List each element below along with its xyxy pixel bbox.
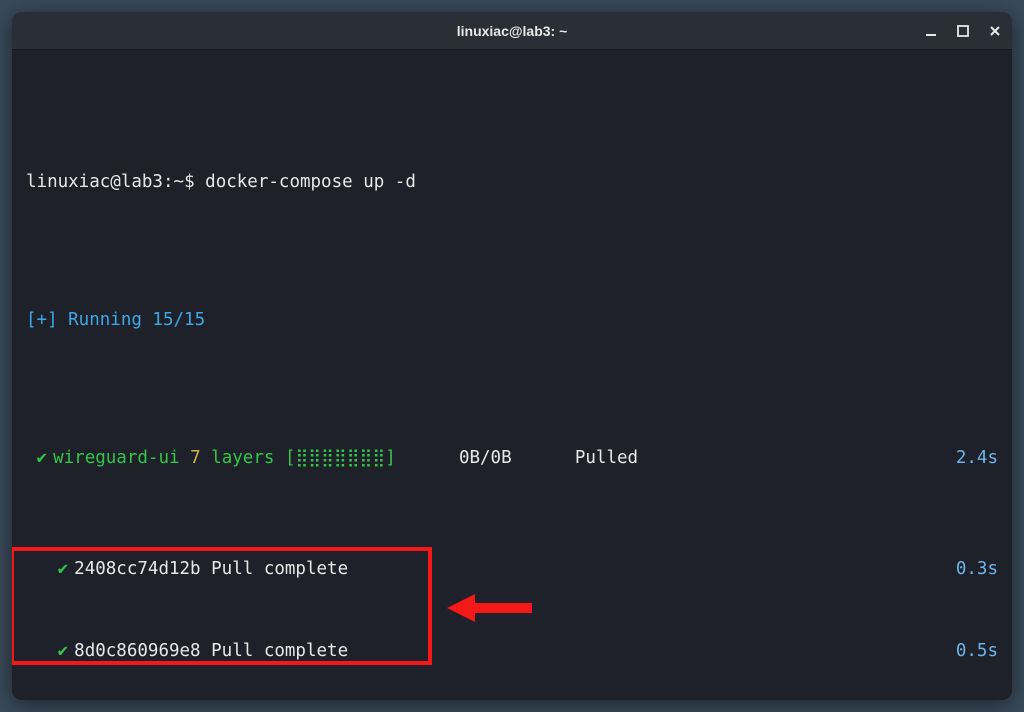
terminal-body[interactable]: linuxiac@lab3:~$ docker-compose up -d [+… bbox=[12, 50, 1012, 700]
terminal-window: linuxiac@lab3: ~ linuxiac@lab3:~$ docker… bbox=[12, 12, 1012, 700]
minimize-button[interactable] bbox=[924, 24, 938, 38]
duration: 2.4s bbox=[956, 445, 998, 473]
window-controls bbox=[924, 24, 1002, 38]
titlebar: linuxiac@lab3: ~ bbox=[12, 12, 1012, 50]
layer-line: ✔8d0c860969e8 Pull complete0.5s bbox=[26, 638, 998, 666]
close-button[interactable] bbox=[988, 24, 1002, 38]
prompt-line: linuxiac@lab3:~$ docker-compose up -d bbox=[26, 169, 998, 197]
running-header-1: [+] Running 15/15 bbox=[26, 307, 998, 335]
maximize-button[interactable] bbox=[956, 24, 970, 38]
window-title: linuxiac@lab3: ~ bbox=[457, 23, 568, 39]
layer-line: ✔2408cc74d12b Pull complete0.3s bbox=[26, 556, 998, 584]
service-header: ✔wireguard-ui 7 layers [⣿⣿⣿⣿⣿⣿⣿] 0B/0B P… bbox=[26, 445, 998, 473]
annotation-arrow-icon bbox=[447, 588, 537, 628]
